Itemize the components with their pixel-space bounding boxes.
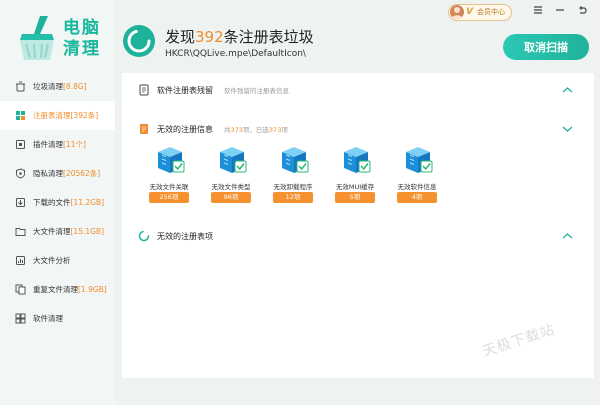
member-center-button[interactable]: V 会员中心 [448,3,512,21]
sidebar-item-file-analysis[interactable]: 大文件分析 [0,246,115,275]
analysis-icon [16,256,25,265]
sidebar-item-count: [392条] [70,111,99,120]
category-count-badge: 96项 [211,192,251,203]
category-count-badge: 256项 [149,192,189,203]
vip-badge: V [466,7,473,17]
sidebar-item-count: [11个] [63,140,86,149]
sidebar-item-count: [15.1GB] [70,227,105,236]
broom-logo-icon [20,16,54,60]
sidebar-item-privacy[interactable]: 隐私清理 [20562条] [0,159,115,188]
sidebar-item-count: [11.2GB] [70,198,105,207]
page-title: 发现392条注册表垃圾 [165,26,314,47]
sidebar-item-count: [20562条] [63,169,101,178]
section-title: 无效的注册信息 [157,124,213,134]
sidebar-nav: 垃圾清理 [8.8G] 注册表清理 [392条] 插件清理 [11个] 隐私清理 [20… [0,72,115,333]
app-logo: 电脑清理 [14,14,109,64]
software-icon [15,313,26,324]
sidebar-item-duplicates[interactable]: 重复文件清理 [1.9GB] [0,275,115,304]
summary-mid: 项，已选 [242,126,269,134]
privacy-icon [16,168,25,179]
cancel-scan-button[interactable]: 取消扫描 [503,34,589,60]
avatar [450,5,464,19]
category-label: 无效卸载程序 [273,183,313,191]
title-suffix: 条注册表垃圾 [223,28,314,46]
scanning-spinner-icon [123,25,155,57]
registry-cube-icon [406,147,433,173]
menu-icon[interactable] [533,5,543,15]
sidebar-item-label: 隐私清理 [33,169,63,178]
sidebar-item-label: 下载的文件 [33,198,71,207]
sidebar-item-label: 大文件分析 [33,256,71,265]
member-center-label: 会员中心 [476,8,505,16]
sidebar-item-software[interactable]: 软件清理 [0,304,115,333]
sidebar-item-registry[interactable]: 注册表清理 [392条] [0,101,115,130]
back-icon[interactable] [577,5,587,15]
registry-category-list: 无效文件关联 256项 无效文件类型 96项 无效卸载程序 12项 无效MUI缓… [142,143,462,213]
document-icon [139,84,149,96]
category-count-badge: 12项 [273,192,313,203]
sidebar-item-label: 软件清理 [33,314,63,323]
category-invalid-file-type[interactable]: 无效文件类型 96项 [204,143,258,211]
registry-icon [16,111,25,120]
sidebar-item-label: 大文件清理 [33,227,71,236]
sidebar-item-count: [1.9GB] [78,285,107,294]
sidebar: 电脑清理 垃圾清理 [8.8G] 注册表清理 [392条] 插件清理 [11个] 隐私… [0,0,115,405]
sidebar-item-plugins[interactable]: 插件清理 [11个] [0,130,115,159]
summary-selected: 373 [268,126,282,134]
scan-header: 发现392条注册表垃圾 HKCR\QQLive.mpe\DefaultIcon\… [122,22,592,67]
section-summary: 共373项，已选373项 [224,124,288,134]
trash-icon [16,81,25,92]
category-invalid-uninstaller[interactable]: 无效卸载程序 12项 [266,143,320,211]
loading-spinner-icon [138,230,150,242]
section-invalid-registry-keys[interactable]: 无效的注册表项 [122,226,594,246]
sidebar-item-label: 垃圾清理 [33,82,63,91]
registry-cube-icon [282,147,309,173]
summary-suffix: 项 [281,126,288,134]
duplicate-icon [15,284,26,295]
minimize-icon[interactable] [555,5,565,15]
section-subtitle: 软件残留的注册表信息 [224,87,289,95]
registry-cube-icon [158,147,185,173]
sidebar-item-large-files[interactable]: 大文件清理 [15.1GB] [0,217,115,246]
chevron-up-icon[interactable] [562,232,573,240]
category-count-badge: 4项 [397,192,437,203]
summary-total: 373 [230,126,243,134]
orange-document-icon [140,124,148,134]
section-software-residue[interactable]: 软件注册表残留 软件残留的注册表信息 [122,80,594,100]
section-invalid-registry-info[interactable]: 无效的注册信息 共373项，已选373项 [122,119,594,139]
registry-cube-icon [344,147,371,173]
section-title: 无效的注册表项 [157,231,213,241]
sidebar-item-downloads[interactable]: 下载的文件 [11.2GB] [0,188,115,217]
category-invalid-file-association[interactable]: 无效文件关联 256项 [142,143,196,211]
app-title: 电脑清理 [63,18,101,59]
sidebar-item-label: 插件清理 [33,140,63,149]
chevron-down-icon[interactable] [562,125,573,133]
registry-cube-icon [220,147,247,173]
section-title: 软件注册表残留 [157,85,213,95]
sidebar-item-count: [8.8G] [63,82,87,91]
chevron-up-icon[interactable] [562,86,573,94]
plugin-icon [16,140,25,149]
category-label: 无效文件类型 [211,183,251,191]
download-icon [16,198,25,207]
sidebar-item-label: 重复文件清理 [33,285,78,294]
category-invalid-mui-cache[interactable]: 无效MUI缓存 5项 [328,143,382,211]
title-count: 392 [195,28,224,46]
category-label: 无效软件信息 [397,183,437,191]
category-label: 无效文件关联 [149,183,189,191]
member-center[interactable]: V 会员中心 [448,3,512,21]
title-prefix: 发现 [165,28,196,46]
folder-icon [15,228,26,236]
category-count-badge: 5项 [335,192,375,203]
category-label: 无效MUI缓存 [335,183,375,191]
scan-path: HKCR\QQLive.mpe\DefaultIcon\ [165,49,306,59]
sidebar-item-junk[interactable]: 垃圾清理 [8.8G] [0,72,115,101]
sidebar-item-label: 注册表清理 [33,111,71,120]
category-invalid-software-info[interactable]: 无效软件信息 4项 [390,143,444,211]
